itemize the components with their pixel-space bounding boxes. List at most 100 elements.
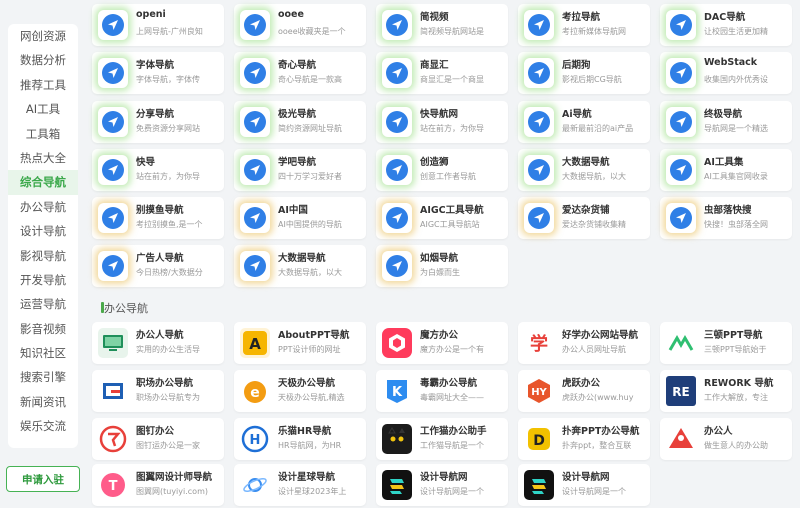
xue-logo-icon: 学: [524, 328, 554, 358]
sidebar-item[interactable]: 工具箱: [8, 122, 78, 146]
nav-card[interactable]: 设计导航网 设计导航网是一个: [518, 464, 650, 506]
nav-card[interactable]: A AboutPPT导航 PPT设计师的网址: [234, 322, 366, 364]
navigation-arrow-icon: [240, 107, 270, 137]
sidebar-item[interactable]: 搜索引擎: [8, 365, 78, 389]
nav-card[interactable]: 快导 站在前方，为你导: [92, 149, 224, 191]
nav-card[interactable]: 终极导航 导航网是一个精选: [660, 101, 792, 143]
nav-card[interactable]: 后期狗 影视后期CG导航: [518, 52, 650, 94]
nav-card[interactable]: 职场办公导航 职场办公导航专为: [92, 370, 224, 412]
nav-card[interactable]: ooee ooee收藏夹是一个: [234, 4, 366, 46]
navigation-arrow-icon: [524, 58, 554, 88]
sidebar-item[interactable]: 娱乐交流: [8, 414, 78, 438]
nav-card[interactable]: RE REWORK 导航 工作大解放，专注: [660, 370, 792, 412]
navigation-arrow-icon: [240, 155, 270, 185]
card-title: 商显汇: [420, 60, 449, 71]
nav-card[interactable]: 三顿PPT导航 三顿PPT导航始于: [660, 322, 792, 364]
sidebar-item[interactable]: 运营导航: [8, 292, 78, 316]
nav-card[interactable]: 魔方办公 魔方办公是一个有: [376, 322, 508, 364]
navigation-arrow-icon: [382, 203, 412, 233]
navigation-arrow-icon: [524, 107, 554, 137]
d-logo-icon: D: [524, 424, 554, 454]
sidebar-item[interactable]: 推荐工具: [8, 73, 78, 97]
svg-text:学: 学: [530, 333, 548, 355]
sidebar-nav-list: 网创资源 数据分析 推荐工具 AI工具 工具箱 热点大全 综合导航 办公导航 设计导航 影视导航开…: [8, 24, 78, 448]
sidebar-item[interactable]: 新闻资讯: [8, 390, 78, 414]
nav-card[interactable]: 考拉导航 考拉新媒体导航网: [518, 4, 650, 46]
t-logo-icon: T: [98, 470, 128, 500]
sidebar-item[interactable]: 开发导航: [8, 268, 78, 292]
card-desc: 商显汇是一个商显: [420, 75, 484, 84]
nav-card[interactable]: H 乐猫HR导航 HR导航网，为HR: [234, 418, 366, 460]
sidebar-item[interactable]: 热点大全: [8, 146, 78, 170]
nav-card[interactable]: e 天极办公导航 天极办公导航,精选: [234, 370, 366, 412]
sidebar-item[interactable]: 综合导航: [8, 170, 78, 195]
nav-card[interactable]: 爱达杂货铺 爱达杂货铺收集精: [518, 197, 650, 239]
nav-card[interactable]: DAC导航 让校园生活更加精: [660, 4, 792, 46]
card-title: 天极办公导航: [278, 378, 336, 389]
sidebar-item[interactable]: 数据分析: [8, 48, 78, 72]
nav-card[interactable]: 简视频 简视频导航网站是: [376, 4, 508, 46]
person-logo-icon: [666, 424, 696, 454]
card-title: 三顿PPT导航: [704, 330, 763, 341]
sidebar-item[interactable]: 办公导航: [8, 195, 78, 219]
navigation-arrow-icon: [382, 155, 412, 185]
card-desc: 工作大解放，专注: [704, 393, 768, 402]
nav-card[interactable]: 奇心导航 奇心导航是一款高: [234, 52, 366, 94]
nav-card[interactable]: 极光导航 简约资源网址导航: [234, 101, 366, 143]
card-title: 广告人导航: [136, 253, 184, 264]
nav-card[interactable]: openi 上网导航-广州良知: [92, 4, 224, 46]
sidebar-item[interactable]: 设计导航: [8, 219, 78, 243]
g-logo-icon: [98, 376, 128, 406]
nav-card[interactable]: 图钉办公 图钉运办公是一家: [92, 418, 224, 460]
nav-card[interactable]: T 图翼网设计师导航 图翼网(tuyiyi.com): [92, 464, 224, 506]
card-title: 考拉导航: [562, 12, 601, 23]
nav-card[interactable]: 学 好学办公网站导航 办公人员网址导航: [518, 322, 650, 364]
nav-card[interactable]: 大数据导航 大数据导航，以大: [518, 149, 650, 191]
nav-card[interactable]: K 毒霸办公导航 毒霸网址大全——: [376, 370, 508, 412]
card-desc: 办公人员网址导航: [562, 345, 626, 354]
sidebar-item[interactable]: 影音视频: [8, 317, 78, 341]
navigation-arrow-icon: [98, 251, 128, 281]
nav-card[interactable]: 工作猫办公助手 工作猫导航是一个: [376, 418, 508, 460]
nav-card[interactable]: 学吧导航 四十万学习爱好者: [234, 149, 366, 191]
card-desc: 为白嫖而生: [420, 268, 460, 277]
nav-card[interactable]: WebStack 收集国内外优秀设: [660, 52, 792, 94]
sidebar-item[interactable]: AI工具: [8, 97, 78, 121]
main-content: openi 上网导航-广州良知 ooee ooee收藏夹是一个 简视频 简视频导航网站是考…: [92, 0, 800, 508]
nav-card[interactable]: 商显汇商显汇是一个商显: [376, 52, 508, 94]
nav-card[interactable]: 办公人 做生意人的办公助: [660, 418, 792, 460]
apply-join-button[interactable]: 申请入驻: [6, 466, 80, 492]
nav-card[interactable]: AIGC工具导航 AIGC工具导航站: [376, 197, 508, 239]
navigation-arrow-icon: [382, 107, 412, 137]
sidebar-item[interactable]: 影视导航: [8, 244, 78, 268]
nav-card[interactable]: 别摸鱼导航 考拉别摸鱼,是一个: [92, 197, 224, 239]
nav-card[interactable]: 办公人导航 实用的办公生活导: [92, 322, 224, 364]
sidebar-item[interactable]: 知识社区: [8, 341, 78, 365]
card-title: AIGC工具导航: [420, 205, 484, 216]
nav-card[interactable]: 如烟导航 为白嫖而生: [376, 245, 508, 287]
nav-card[interactable]: Ai导航 最新最前沿的ai产品: [518, 101, 650, 143]
card-desc: 实用的办公生活导: [136, 345, 200, 354]
nav-card[interactable]: AI工具集 AI工具集官网收录: [660, 149, 792, 191]
nav-card[interactable]: 创造狮 创意工作者导航: [376, 149, 508, 191]
nav-card[interactable]: 广告人导航 今日热榜/大数据分: [92, 245, 224, 287]
sidebar-item[interactable]: 网创资源: [8, 24, 78, 48]
nav-card[interactable]: 快导航网 站在前方，为你导: [376, 101, 508, 143]
card-title: 职场办公导航: [136, 378, 194, 389]
nav-card[interactable]: 设计导航网 设计导航网是一个: [376, 464, 508, 506]
card-title: Ai导航: [562, 109, 592, 120]
nav-card[interactable]: 设计星球导航 设计星球2023年上: [234, 464, 366, 506]
card-title: 图钉办公: [136, 426, 175, 437]
layers-logo-icon: [382, 470, 412, 500]
nav-card[interactable]: HY 虎跃办公 虎跃办公(www.huy: [518, 370, 650, 412]
card-title: 虎跃办公: [562, 378, 601, 389]
nav-card[interactable]: 分享导航 免费资源分享网站: [92, 101, 224, 143]
nav-card[interactable]: D 扑奔PPT办公导航 扑奔ppt，整合互联: [518, 418, 650, 460]
card-desc: AI中国提供的导航: [278, 220, 342, 229]
nav-card[interactable]: 字体导航 字体导航，字体传: [92, 52, 224, 94]
card-title: 设计星球导航: [278, 472, 336, 483]
nav-card[interactable]: AI中国 AI中国提供的导航: [234, 197, 366, 239]
navigation-arrow-icon: [240, 10, 270, 40]
nav-card[interactable]: 大数据导航 大数据导航，以大: [234, 245, 366, 287]
nav-card[interactable]: 虫部落快搜 快搜！虫部落全网: [660, 197, 792, 239]
